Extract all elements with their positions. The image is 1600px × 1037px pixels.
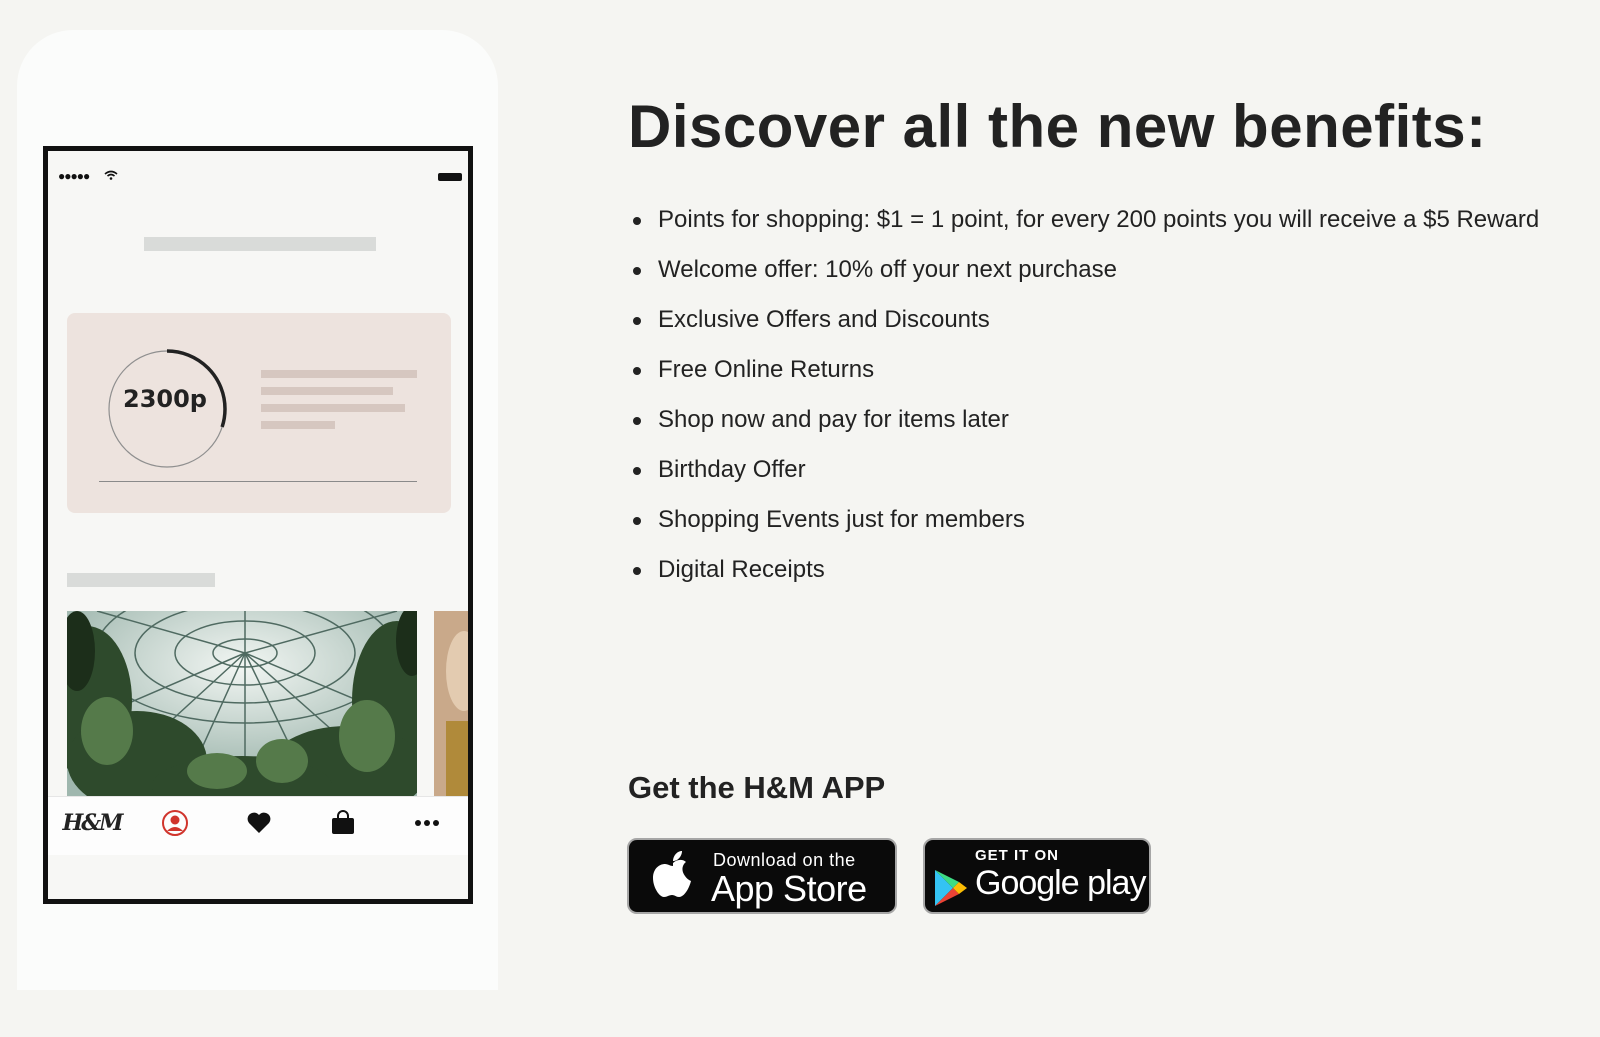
google-play-small-label: GET IT ON	[975, 847, 1059, 864]
signal-icon: ●●●●●	[58, 169, 90, 183]
more-icon	[415, 820, 439, 826]
app-heading: Get the H&M APP	[628, 770, 886, 805]
tab-favorites[interactable]	[242, 809, 276, 837]
benefit-item: Shopping Events just for members	[628, 500, 1558, 540]
tab-more[interactable]	[410, 809, 444, 837]
google-play-icon	[935, 870, 967, 906]
second-photo-peek	[434, 611, 468, 796]
tab-profile[interactable]	[158, 809, 192, 837]
google-play-button[interactable]: GET IT ON Google play	[923, 838, 1151, 914]
battery-icon	[438, 173, 462, 181]
points-text-placeholder	[261, 404, 405, 412]
status-bar: ●●●●●	[48, 169, 468, 183]
app-store-label: App Store	[711, 868, 867, 909]
points-text-placeholder	[261, 370, 417, 378]
phone-mockup: ●●●●● 2300p H&M	[43, 146, 473, 904]
google-play-label: Google play	[975, 864, 1146, 902]
section-title-placeholder	[67, 573, 215, 587]
header-placeholder	[144, 237, 376, 251]
app-tab-bar: H&M	[48, 796, 468, 855]
bag-icon	[332, 810, 354, 834]
greenhouse-photo	[67, 611, 417, 796]
benefit-item: Digital Receipts	[628, 550, 1558, 590]
heart-icon	[247, 812, 271, 833]
apple-icon	[653, 851, 691, 897]
benefit-item: Birthday Offer	[628, 450, 1558, 490]
points-card: 2300p	[67, 313, 451, 513]
points-value: 2300p	[123, 385, 207, 413]
points-text-placeholder	[261, 421, 335, 429]
profile-icon	[162, 810, 188, 836]
points-text-placeholder	[261, 387, 393, 395]
hm-logo: H&M	[62, 810, 124, 836]
benefits-title: Discover all the new benefits:	[628, 93, 1487, 160]
benefit-item: Welcome offer: 10% off your next purchas…	[628, 250, 1558, 290]
points-divider	[99, 481, 417, 482]
app-store-button[interactable]: Download on the App Store	[627, 838, 897, 914]
benefit-item: Free Online Returns	[628, 350, 1558, 390]
benefit-item: Points for shopping: $1 = 1 point, for e…	[628, 200, 1558, 240]
benefit-item: Exclusive Offers and Discounts	[628, 300, 1558, 340]
tab-home[interactable]: H&M	[63, 809, 124, 837]
tab-bag[interactable]	[326, 809, 360, 837]
benefits-list: Points for shopping: $1 = 1 point, for e…	[628, 200, 1558, 600]
wifi-icon	[104, 170, 118, 180]
benefit-item: Shop now and pay for items later	[628, 400, 1558, 440]
